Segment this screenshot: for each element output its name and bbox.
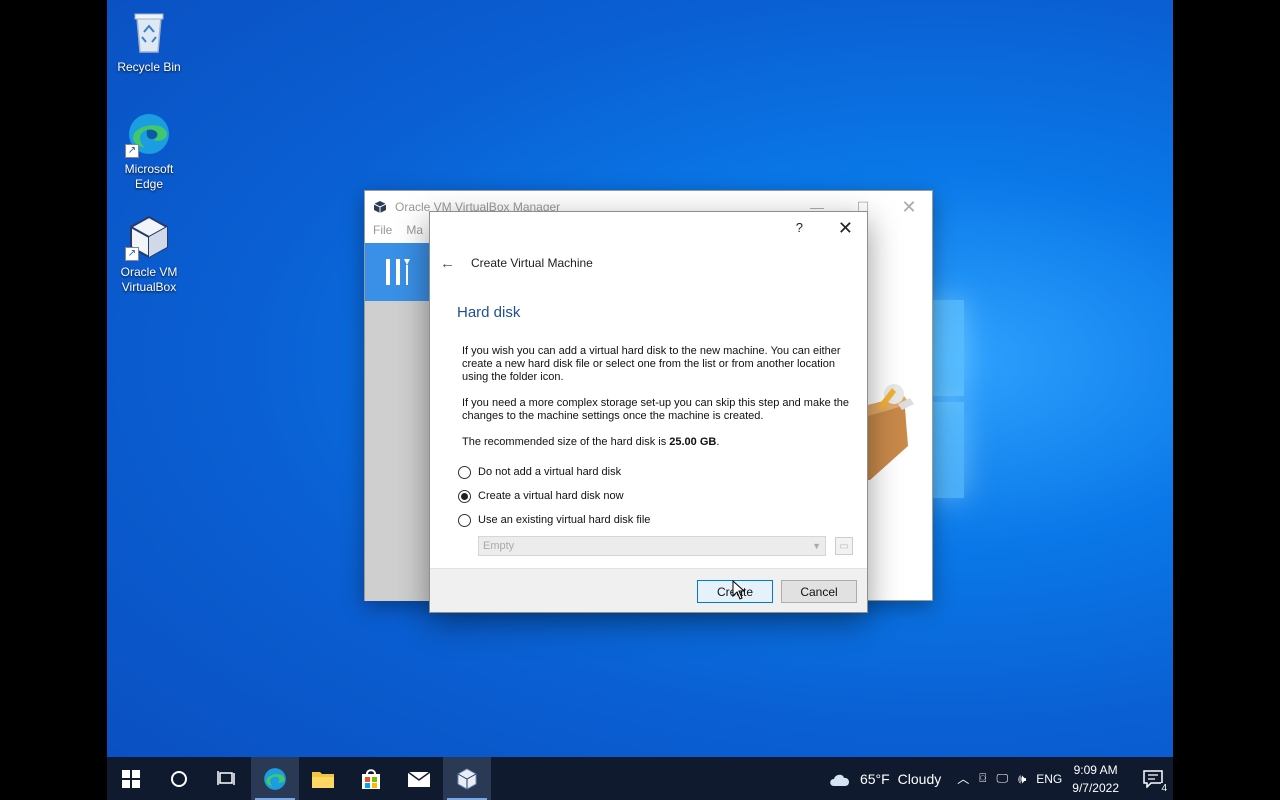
wizard-title: Create Virtual Machine — [471, 256, 593, 270]
menu-machine[interactable]: Ma — [406, 223, 423, 243]
cancel-button[interactable]: Cancel — [781, 580, 857, 603]
close-icon[interactable]: ✕ — [886, 191, 932, 223]
desktop-icon-virtualbox[interactable]: ↗ Oracle VM VirtualBox — [107, 213, 191, 295]
clock[interactable]: 9:09 AM 9/7/2022 — [1072, 761, 1119, 797]
virtualbox-icon — [373, 201, 387, 213]
edge-icon: ↗ — [125, 110, 173, 158]
edge-icon — [264, 767, 286, 790]
vbm-sidebar — [365, 243, 431, 601]
virtualbox-icon — [457, 767, 477, 790]
network-icon: 🖵 — [996, 771, 1009, 785]
search-button[interactable] — [155, 757, 203, 800]
desktop-icon-edge[interactable]: ↗ Microsoft Edge — [107, 110, 191, 192]
desktop-icon-label: Oracle VM VirtualBox — [120, 265, 178, 294]
radio-label: Do not add a virtual hard disk — [478, 465, 622, 478]
back-arrow-icon[interactable]: ← — [440, 255, 455, 272]
weather-condition: Cloudy — [897, 770, 942, 787]
start-button[interactable] — [107, 757, 155, 800]
existing-disk-select[interactable]: Empty ▼ — [478, 536, 827, 556]
mouse-cursor-icon — [732, 580, 746, 600]
windows-start-icon — [122, 769, 140, 788]
language-indicator[interactable]: ENG — [1036, 772, 1062, 786]
shortcut-arrow-icon: ↗ — [125, 144, 139, 158]
store-icon — [362, 768, 380, 789]
dialog-footer: Create Cancel — [430, 568, 867, 612]
recommended-size-text: The recommended size of the hard disk is… — [462, 436, 720, 448]
radio-button[interactable] — [458, 513, 471, 527]
page-title: Hard disk — [457, 304, 521, 321]
notification-icon — [1143, 769, 1163, 788]
radio-label: Use an existing virtual hard disk file — [478, 513, 651, 526]
virtualbox-icon: ↗ — [125, 213, 173, 261]
recycle-bin-icon — [125, 8, 173, 56]
tools-item[interactable] — [365, 243, 431, 301]
volume-icon: 🕪 — [1018, 770, 1027, 786]
tray-volume[interactable]: 🕪 — [1018, 771, 1026, 787]
radio-label: Create a virtual hard disk now — [478, 489, 624, 502]
desktop-icon-label: Microsoft Edge — [124, 162, 174, 191]
wizard-nav: ← Create Virtual Machine — [430, 246, 867, 280]
folder-icon[interactable]: ▭ — [835, 537, 853, 555]
clock-time: 9:09 AM — [1073, 762, 1118, 777]
radio-button[interactable] — [458, 465, 471, 479]
desktop-icon-recycle-bin[interactable]: Recycle Bin — [107, 8, 191, 75]
cortana-search-icon — [171, 770, 187, 787]
action-center-button[interactable]: 4 — [1133, 757, 1173, 800]
radio-existing-disk[interactable]: Use an existing virtual hard disk file — [458, 508, 853, 532]
weather-widget[interactable]: 65°F Cloudy — [828, 771, 941, 787]
notification-count-badge: 4 — [1161, 783, 1167, 794]
chevron-up-icon: ︿ — [957, 772, 970, 786]
windows-logo-wallpaper — [932, 300, 964, 500]
create-vm-dialog: ? ✕ ← Create Virtual Machine Hard disk I… — [429, 211, 868, 613]
clock-date: 9/7/2022 — [1072, 780, 1119, 795]
recommended-size-value: 25.00 GB — [669, 436, 717, 448]
taskbar: 65°F Cloudy ︿ ⌼ 🖵 🕪 ENG 9:09 AM 9/7/2022… — [107, 757, 1173, 800]
dialog-titlebar: ? ✕ — [430, 212, 867, 246]
description-paragraph: If you wish you can add a virtual hard d… — [462, 345, 841, 383]
dialog-body: If you wish you can add a virtual hard d… — [458, 345, 853, 556]
taskbar-virtualbox[interactable] — [443, 757, 491, 800]
radio-create-disk[interactable]: Create a virtual hard disk now — [458, 484, 853, 508]
weather-temp: 65°F — [859, 770, 890, 787]
taskbar-file-explorer[interactable] — [299, 757, 347, 800]
radio-no-disk[interactable]: Do not add a virtual hard disk — [458, 460, 853, 484]
folder-icon — [312, 771, 334, 788]
task-view-icon — [217, 770, 235, 785]
tray-meet-now[interactable]: ⌼ — [979, 771, 986, 786]
menu-file[interactable]: File — [373, 223, 392, 243]
cloud-icon — [830, 774, 849, 786]
system-tray: 65°F Cloudy ︿ ⌼ 🖵 🕪 ENG 9:09 AM 9/7/2022… — [828, 757, 1173, 800]
shortcut-arrow-icon: ↗ — [125, 247, 139, 261]
help-button[interactable]: ? — [796, 220, 803, 235]
tray-network[interactable]: 🖵 — [996, 771, 1008, 786]
camera-icon: ⌼ — [979, 771, 987, 785]
taskbar-edge[interactable] — [251, 757, 299, 800]
desktop-icon-label: Recycle Bin — [117, 60, 181, 74]
chevron-down-icon: ▼ — [812, 540, 822, 551]
mail-icon — [407, 770, 431, 787]
welcome-toolbox-illustration — [864, 376, 916, 480]
close-button[interactable]: ✕ — [838, 218, 853, 239]
task-view-button[interactable] — [203, 757, 251, 800]
radio-button-selected[interactable] — [458, 489, 471, 503]
tools-icon — [386, 259, 410, 285]
desktop: Recycle Bin ↗ Microsoft Edge ↗ Oracle VM… — [107, 0, 1173, 800]
taskbar-mail[interactable] — [395, 757, 443, 800]
show-hidden-icons[interactable]: ︿ — [957, 770, 969, 787]
description-paragraph: If you need a more complex storage set-u… — [462, 397, 850, 422]
taskbar-store[interactable] — [347, 757, 395, 800]
select-value: Empty — [483, 539, 515, 552]
